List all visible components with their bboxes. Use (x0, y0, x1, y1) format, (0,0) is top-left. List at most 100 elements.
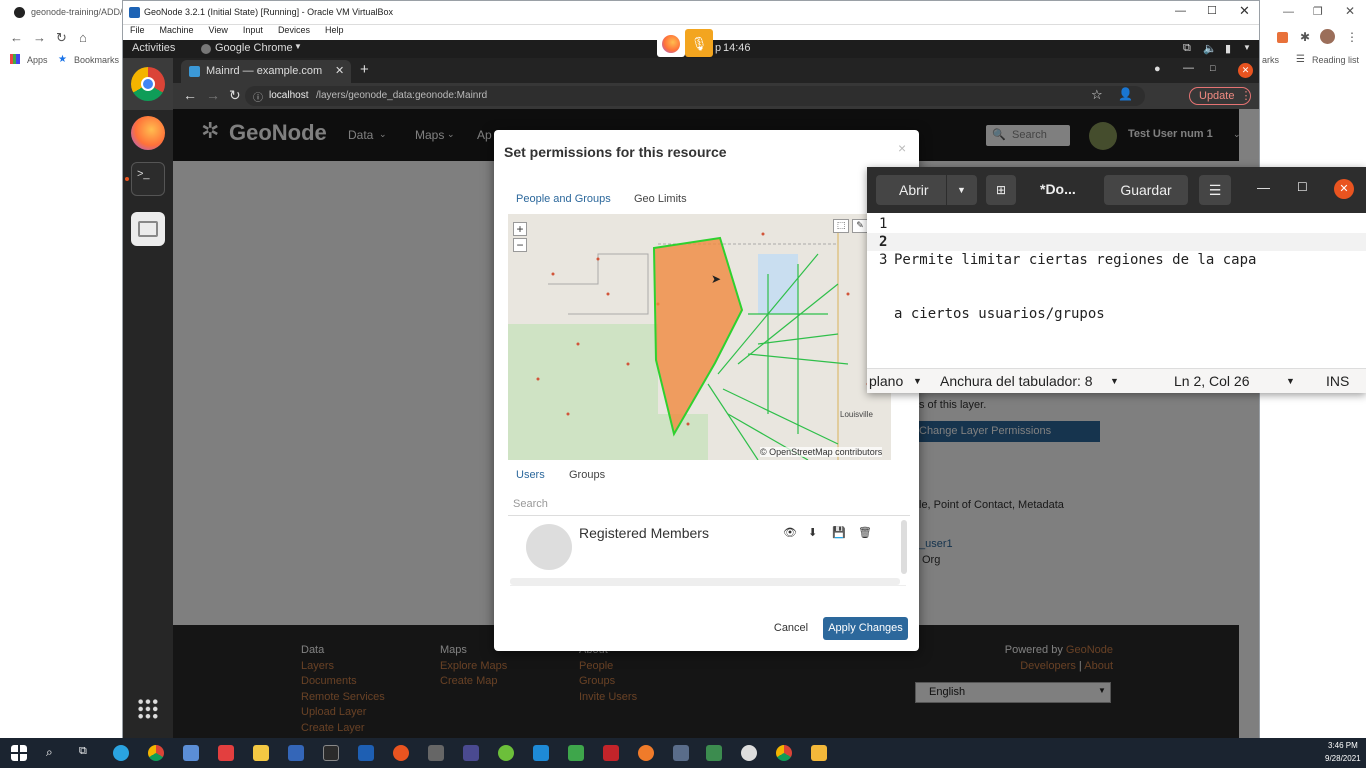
bookmark-others[interactable]: arks (1262, 55, 1279, 65)
vscode-icon[interactable] (533, 745, 549, 761)
save-button[interactable]: Guardar (1104, 175, 1188, 205)
puzzle-icon[interactable]: ✱ (1300, 30, 1310, 44)
volume-icon[interactable]: 🔈 (1203, 42, 1217, 55)
cube-icon[interactable] (428, 745, 444, 761)
syntax-mode[interactable]: plano (869, 373, 903, 389)
bookmark-bookmarks[interactable]: Bookmarks (74, 55, 119, 65)
zoom-in-button[interactable]: + (513, 222, 527, 236)
terminal-dock-icon[interactable]: >_ (131, 162, 165, 196)
edit-icon[interactable]: ✎ (852, 219, 868, 233)
host-tab-title[interactable]: geonode-training/ADD/ (31, 7, 123, 17)
tab-people-groups[interactable]: People and Groups (516, 193, 611, 205)
vbox-close-icon[interactable]: ✕ (1239, 3, 1250, 19)
terminal-taskbar-icon[interactable] (323, 745, 339, 761)
guest-profile-icon[interactable]: 👤 (1118, 87, 1133, 101)
app-menu[interactable]: Google Chrome (215, 42, 293, 54)
store-icon[interactable] (183, 745, 199, 761)
subtab-groups[interactable]: Groups (569, 469, 605, 481)
edge-icon[interactable] (113, 745, 129, 761)
modal-close-icon[interactable]: × (898, 140, 906, 156)
draw-polygon-icon[interactable]: ⬚ (833, 219, 849, 233)
spreadsheet-icon[interactable] (568, 745, 584, 761)
battery-icon[interactable]: ▮ (1225, 42, 1231, 55)
guest-tab[interactable]: Mainrd — example.com ✕ (181, 60, 351, 83)
menu-icon[interactable]: ⋮ (1346, 30, 1358, 44)
gedit-text-area[interactable]: 1 2 3 Permite limitar ciertas regiones d… (867, 213, 1366, 368)
vbox-menu-input[interactable]: Input (243, 25, 263, 35)
vbox-menu-file[interactable]: File (130, 25, 145, 35)
zoom-out-button[interactable]: − (513, 238, 527, 252)
view-permission-icon[interactable]: 👁 (783, 526, 797, 539)
download-permission-icon[interactable]: ⬇ (808, 526, 817, 539)
vbox-maximize-icon[interactable]: ☐ (1207, 4, 1217, 17)
reload-icon[interactable]: ↻ (56, 30, 67, 46)
info-icon[interactable]: ⓘ (253, 89, 263, 104)
task-view-icon[interactable]: ⧉ (79, 745, 87, 758)
gedit-close-icon[interactable]: ✕ (1334, 179, 1354, 199)
vbox-minimize-icon[interactable]: — (1175, 5, 1186, 17)
tab-geo-limits[interactable]: Geo Limits (634, 193, 687, 205)
taskbar-time[interactable]: 3:46 PM (1328, 741, 1358, 750)
update-button[interactable]: Update ⋮ (1189, 87, 1251, 105)
firefox-dock-icon[interactable] (131, 116, 165, 150)
geo-limits-map[interactable]: Louisville + − ⬚ ✎ © OpenStreetMap contr… (508, 214, 891, 460)
files-dock-icon[interactable] (131, 212, 165, 246)
chrome-taskbar-icon[interactable] (148, 745, 164, 761)
app-green-icon[interactable] (706, 745, 722, 761)
guest-minimize-icon[interactable]: — (1183, 62, 1194, 74)
vbox-menu-view[interactable]: View (209, 25, 228, 35)
tab-width[interactable]: Anchura del tabulador: 8 (940, 373, 1093, 389)
cursor-position[interactable]: Ln 2, Col 26 (1174, 373, 1250, 389)
virtualbox-taskbar-icon[interactable] (288, 745, 304, 761)
delete-permission-icon[interactable]: 🗑 (858, 526, 872, 539)
guest-forward-icon[interactable]: → (206, 87, 220, 103)
explorer-icon[interactable] (253, 745, 269, 761)
apply-changes-button[interactable]: Apply Changes (823, 617, 908, 640)
host-close-icon[interactable]: ✕ (1345, 4, 1355, 18)
chrome2-icon[interactable] (776, 745, 792, 761)
chrome-dock-icon[interactable] (131, 67, 165, 101)
system-menu-caret-icon[interactable]: ▼ (1243, 43, 1251, 52)
vbox-menu-help[interactable]: Help (325, 25, 344, 35)
new-tab-button-icon[interactable]: ⊞ (986, 175, 1016, 205)
member-h-scrollbar[interactable] (510, 578, 900, 585)
new-tab-icon[interactable]: + (360, 61, 369, 78)
app-yellow-icon[interactable] (811, 745, 827, 761)
clock[interactable]: 14:46 (723, 42, 751, 54)
network-icon[interactable]: ⧉ (1183, 42, 1191, 55)
gedit-minimize-icon[interactable]: — (1257, 180, 1270, 195)
save-permission-icon[interactable]: 💾 (832, 526, 846, 539)
app-white-icon[interactable] (741, 745, 757, 761)
hamburger-menu-icon[interactable]: ☰ (1199, 175, 1231, 205)
network-app-icon[interactable] (673, 745, 689, 761)
taskbar-date[interactable]: 9/28/2021 (1325, 754, 1361, 763)
media-icon[interactable]: ● (1154, 63, 1161, 75)
vbox-menu-machine[interactable]: Machine (160, 25, 194, 35)
bookmark-apps[interactable]: Apps (27, 55, 48, 65)
member-search-input[interactable]: Search (508, 490, 910, 516)
show-apps-icon[interactable] (137, 698, 159, 720)
tab-close-icon[interactable]: ✕ (335, 64, 344, 77)
host-maximize-icon[interactable]: ❐ (1313, 5, 1323, 18)
activities-button[interactable]: Activities (132, 42, 175, 54)
filezilla-icon[interactable] (603, 745, 619, 761)
app-red-icon[interactable] (218, 745, 234, 761)
host-minimize-icon[interactable]: — (1283, 6, 1294, 18)
app-orange-icon[interactable] (638, 745, 654, 761)
cancel-button[interactable]: Cancel (769, 617, 813, 640)
member-scrollbar[interactable] (901, 520, 907, 574)
profile-avatar[interactable] (1320, 29, 1335, 44)
taskbar-search-icon[interactable]: ⌕ (46, 745, 53, 760)
guest-back-icon[interactable]: ← (183, 87, 197, 103)
back-icon[interactable]: ← (10, 30, 23, 45)
forward-icon[interactable]: → (33, 30, 46, 45)
vbox-menu-devices[interactable]: Devices (278, 25, 310, 35)
subtab-users[interactable]: Users (516, 469, 545, 481)
guest-maximize-icon[interactable]: □ (1210, 63, 1215, 73)
home-icon[interactable]: ⌂ (79, 30, 87, 45)
gedit-maximize-icon[interactable]: ☐ (1297, 180, 1308, 194)
bookmark-star-icon[interactable]: ☆ (1091, 87, 1103, 103)
extension-icon[interactable] (1277, 32, 1288, 43)
guest-reload-icon[interactable]: ↻ (229, 87, 241, 104)
guest-close-icon[interactable]: ✕ (1238, 63, 1253, 78)
